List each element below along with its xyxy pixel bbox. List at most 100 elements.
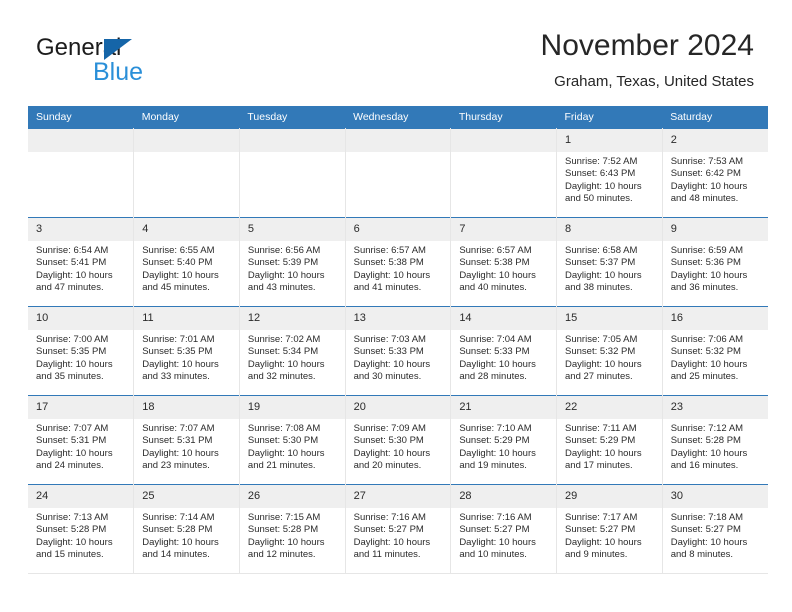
day-cell[interactable]: 26 Sunrise: 7:15 AM Sunset: 5:28 PM Dayl… [239, 484, 346, 574]
day-cell[interactable]: 13 Sunrise: 7:03 AM Sunset: 5:33 PM Dayl… [345, 306, 452, 396]
day-cell[interactable] [133, 128, 240, 218]
sunrise-text: Sunrise: 7:00 AM [36, 334, 109, 345]
daylight-text-line2: and 32 minutes. [247, 371, 316, 383]
day-cell[interactable]: 17 Sunrise: 7:07 AM Sunset: 5:31 PM Dayl… [28, 395, 135, 485]
day-cell[interactable] [450, 128, 558, 218]
day-number: 3 [28, 218, 134, 241]
day-number: 12 [239, 307, 345, 330]
day-number: 15 [557, 307, 662, 330]
sunrise-text: Sunrise: 7:17 AM [565, 512, 638, 523]
sunset-text: Sunset: 5:39 PM [247, 257, 319, 269]
day-cell[interactable]: 3 Sunrise: 6:54 AM Sunset: 5:41 PM Dayli… [28, 217, 135, 307]
daylight-text-line1: Daylight: 10 hours [670, 180, 748, 192]
daylight-text-line1: Daylight: 10 hours [565, 536, 642, 548]
day-cell[interactable]: 19 Sunrise: 7:08 AM Sunset: 5:30 PM Dayl… [239, 395, 346, 485]
sunset-text: Sunset: 6:43 PM [565, 168, 636, 180]
sunrise-text: Sunrise: 6:57 AM [353, 245, 426, 256]
sunrise-text: Sunrise: 7:10 AM [459, 423, 532, 434]
day-cell[interactable]: 21 Sunrise: 7:10 AM Sunset: 5:29 PM Dayl… [450, 395, 558, 485]
daylight-text-line1: Daylight: 10 hours [670, 536, 748, 548]
day-details: Sunrise: 7:04 AM Sunset: 5:33 PM Dayligh… [451, 330, 556, 384]
weekday-header-sunday: Sunday [28, 106, 134, 129]
weekday-header-tuesday: Tuesday [239, 106, 346, 129]
sunset-text: Sunset: 5:31 PM [142, 435, 213, 447]
sunrise-text: Sunrise: 7:09 AM [353, 423, 426, 434]
sunset-text: Sunset: 5:30 PM [353, 435, 424, 447]
daylight-text-line1: Daylight: 10 hours [459, 447, 536, 459]
day-cell[interactable] [239, 128, 346, 218]
day-cell[interactable]: 14 Sunrise: 7:04 AM Sunset: 5:33 PM Dayl… [450, 306, 558, 396]
daylight-text-line1: Daylight: 10 hours [247, 536, 325, 548]
day-details: Sunrise: 7:09 AM Sunset: 5:30 PM Dayligh… [346, 419, 451, 473]
daylight-text-line1: Daylight: 10 hours [670, 358, 748, 370]
day-details: Sunrise: 7:01 AM Sunset: 5:35 PM Dayligh… [134, 330, 239, 384]
day-cell[interactable]: 29 Sunrise: 7:17 AM Sunset: 5:27 PM Dayl… [556, 484, 663, 574]
day-cell[interactable]: 7 Sunrise: 6:57 AM Sunset: 5:38 PM Dayli… [450, 217, 558, 307]
daylight-text-line1: Daylight: 10 hours [142, 447, 219, 459]
day-cell[interactable]: 23 Sunrise: 7:12 AM Sunset: 5:28 PM Dayl… [662, 395, 768, 485]
day-cell[interactable]: 12 Sunrise: 7:02 AM Sunset: 5:34 PM Dayl… [239, 306, 346, 396]
day-cell[interactable]: 10 Sunrise: 7:00 AM Sunset: 5:35 PM Dayl… [28, 306, 135, 396]
day-cell[interactable]: 25 Sunrise: 7:14 AM Sunset: 5:28 PM Dayl… [133, 484, 240, 574]
day-number [239, 129, 345, 152]
day-number: 25 [134, 485, 239, 508]
daylight-text-line1: Daylight: 10 hours [142, 269, 219, 281]
day-cell[interactable]: 20 Sunrise: 7:09 AM Sunset: 5:30 PM Dayl… [345, 395, 452, 485]
sunset-text: Sunset: 5:28 PM [247, 524, 319, 536]
daylight-text-line2: and 25 minutes. [670, 371, 739, 383]
day-cell[interactable]: 18 Sunrise: 7:07 AM Sunset: 5:31 PM Dayl… [133, 395, 240, 485]
day-cell[interactable]: 1 Sunrise: 7:52 AM Sunset: 6:43 PM Dayli… [556, 128, 663, 218]
sunset-text: Sunset: 5:33 PM [353, 346, 424, 358]
day-details: Sunrise: 7:53 AM Sunset: 6:42 PM Dayligh… [663, 152, 768, 206]
day-number: 1 [557, 129, 662, 152]
day-details: Sunrise: 7:16 AM Sunset: 5:27 PM Dayligh… [346, 508, 451, 562]
day-details: Sunrise: 7:05 AM Sunset: 5:32 PM Dayligh… [557, 330, 662, 384]
sunrise-text: Sunrise: 7:16 AM [353, 512, 426, 523]
sunrise-text: Sunrise: 7:12 AM [670, 423, 744, 434]
day-cell[interactable]: 4 Sunrise: 6:55 AM Sunset: 5:40 PM Dayli… [133, 217, 240, 307]
day-cell[interactable]: 28 Sunrise: 7:16 AM Sunset: 5:27 PM Dayl… [450, 484, 558, 574]
day-details: Sunrise: 7:12 AM Sunset: 5:28 PM Dayligh… [663, 419, 768, 473]
day-number: 29 [557, 485, 662, 508]
daylight-text-line1: Daylight: 10 hours [459, 358, 536, 370]
sunset-text: Sunset: 5:27 PM [670, 524, 741, 536]
daylight-text-line2: and 30 minutes. [353, 371, 422, 383]
day-cell[interactable] [345, 128, 452, 218]
day-details: Sunrise: 7:07 AM Sunset: 5:31 PM Dayligh… [28, 419, 133, 473]
day-cell[interactable]: 16 Sunrise: 7:06 AM Sunset: 5:32 PM Dayl… [662, 306, 768, 396]
daylight-text-line2: and 28 minutes. [459, 371, 527, 383]
sunrise-text: Sunrise: 7:07 AM [142, 423, 215, 434]
sunrise-text: Sunrise: 7:18 AM [670, 512, 744, 523]
day-cell[interactable]: 15 Sunrise: 7:05 AM Sunset: 5:32 PM Dayl… [556, 306, 663, 396]
day-cell[interactable]: 2 Sunrise: 7:53 AM Sunset: 6:42 PM Dayli… [662, 128, 768, 218]
daylight-text-line1: Daylight: 10 hours [565, 358, 642, 370]
page-subtitle-location: Graham, Texas, United States [554, 73, 754, 90]
sunrise-text: Sunrise: 7:03 AM [353, 334, 426, 345]
day-number: 9 [662, 218, 768, 241]
day-cell[interactable]: 27 Sunrise: 7:16 AM Sunset: 5:27 PM Dayl… [345, 484, 452, 574]
calendar-week-row: 10 Sunrise: 7:00 AM Sunset: 5:35 PM Dayl… [28, 306, 768, 396]
weekday-header-saturday: Saturday [662, 106, 768, 129]
day-details: Sunrise: 6:57 AM Sunset: 5:38 PM Dayligh… [451, 241, 556, 295]
day-number: 27 [345, 485, 451, 508]
day-cell[interactable]: 22 Sunrise: 7:11 AM Sunset: 5:29 PM Dayl… [556, 395, 663, 485]
day-number: 5 [239, 218, 345, 241]
day-cell[interactable]: 6 Sunrise: 6:57 AM Sunset: 5:38 PM Dayli… [345, 217, 452, 307]
day-cell[interactable]: 8 Sunrise: 6:58 AM Sunset: 5:37 PM Dayli… [556, 217, 663, 307]
daylight-text-line2: and 35 minutes. [36, 371, 104, 383]
sunrise-text: Sunrise: 6:58 AM [565, 245, 638, 256]
day-cell[interactable]: 24 Sunrise: 7:13 AM Sunset: 5:28 PM Dayl… [28, 484, 135, 574]
day-cell[interactable]: 5 Sunrise: 6:56 AM Sunset: 5:39 PM Dayli… [239, 217, 346, 307]
daylight-text-line2: and 33 minutes. [142, 371, 210, 383]
sunset-text: Sunset: 5:32 PM [670, 346, 741, 358]
sunset-text: Sunset: 5:38 PM [459, 257, 530, 269]
daylight-text-line1: Daylight: 10 hours [247, 358, 325, 370]
day-cell[interactable]: 9 Sunrise: 6:59 AM Sunset: 5:36 PM Dayli… [662, 217, 768, 307]
day-details: Sunrise: 6:56 AM Sunset: 5:39 PM Dayligh… [240, 241, 345, 295]
day-cell[interactable]: 11 Sunrise: 7:01 AM Sunset: 5:35 PM Dayl… [133, 306, 240, 396]
daylight-text-line2: and 41 minutes. [353, 282, 422, 294]
day-cell[interactable]: 30 Sunrise: 7:18 AM Sunset: 5:27 PM Dayl… [662, 484, 768, 574]
weekday-header-wednesday: Wednesday [345, 106, 451, 129]
day-cell[interactable] [28, 128, 135, 218]
generalblue-logo[interactable]: General Blue [36, 34, 216, 90]
